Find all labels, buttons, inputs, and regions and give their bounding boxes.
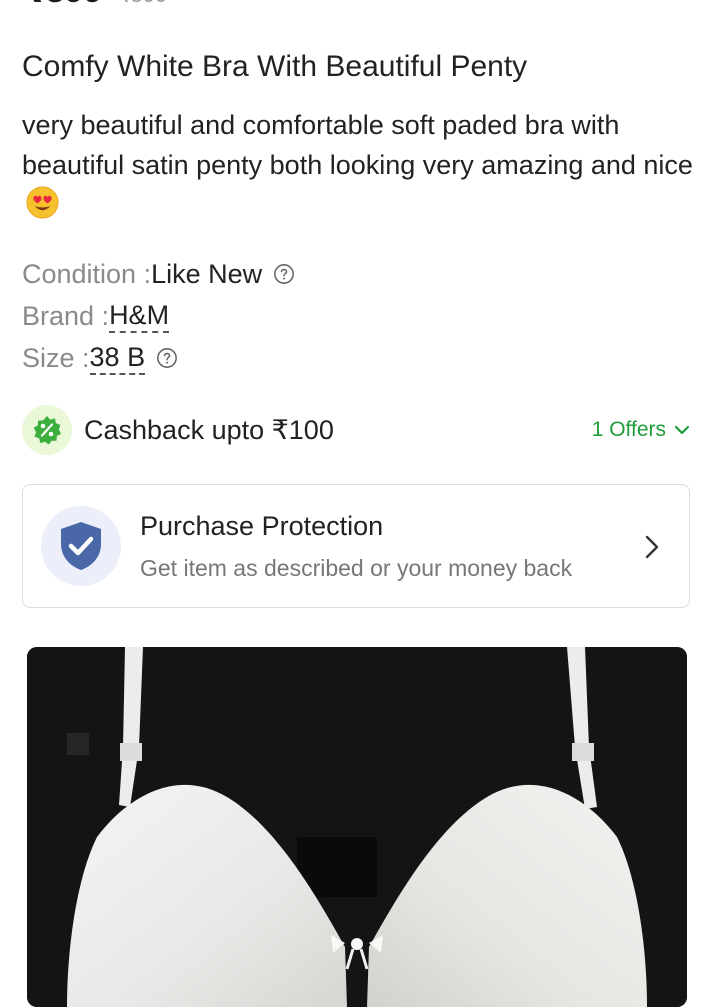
size-label: Size : (22, 343, 90, 373)
condition-row: Condition : Like New (22, 253, 295, 295)
brand-value-link[interactable]: H&M (109, 300, 170, 333)
question-info-icon[interactable] (273, 263, 295, 285)
description-text: very beautiful and comfortable soft pade… (22, 110, 693, 180)
size-value-link[interactable]: 38 B (89, 342, 146, 375)
chevron-right-icon (645, 535, 659, 559)
condition-label: Condition : (22, 259, 152, 289)
selling-price: ₹899 (22, 0, 102, 8)
heart-eyes-emoji-icon (26, 186, 59, 219)
original-price: ₹800 (116, 0, 167, 8)
percent-badge-icon (22, 405, 72, 455)
purchase-protection-card[interactable]: Purchase Protection Get item as describe… (22, 484, 690, 608)
bra-illustration (27, 647, 687, 1007)
brand-row: Brand : H&M (22, 295, 295, 337)
size-row: Size : 38 B (22, 337, 295, 379)
brand-label: Brand : (22, 301, 110, 331)
question-info-icon[interactable] (156, 347, 178, 369)
offers-dropdown[interactable]: 1 Offers (592, 418, 690, 442)
protection-subtitle: Get item as described or your money back (140, 555, 573, 581)
product-attributes: Condition : Like New Brand : H&M Size : … (22, 253, 295, 379)
chevron-down-icon (674, 425, 690, 435)
offers-label[interactable]: 1 Offers (592, 418, 666, 442)
protection-title: Purchase Protection (140, 511, 384, 541)
cashback-text: Cashback upto ₹100 (84, 414, 334, 445)
product-title: Comfy White Bra With Beautiful Penty (22, 50, 528, 83)
cashback-row: Cashback upto ₹100 1 Offers (22, 404, 690, 456)
shield-check-icon (41, 506, 121, 586)
price-row: ₹899 ₹800 (22, 0, 167, 8)
product-image[interactable] (27, 647, 687, 1007)
product-description: very beautiful and comfortable soft pade… (22, 106, 694, 225)
condition-value: Like New (151, 259, 263, 289)
